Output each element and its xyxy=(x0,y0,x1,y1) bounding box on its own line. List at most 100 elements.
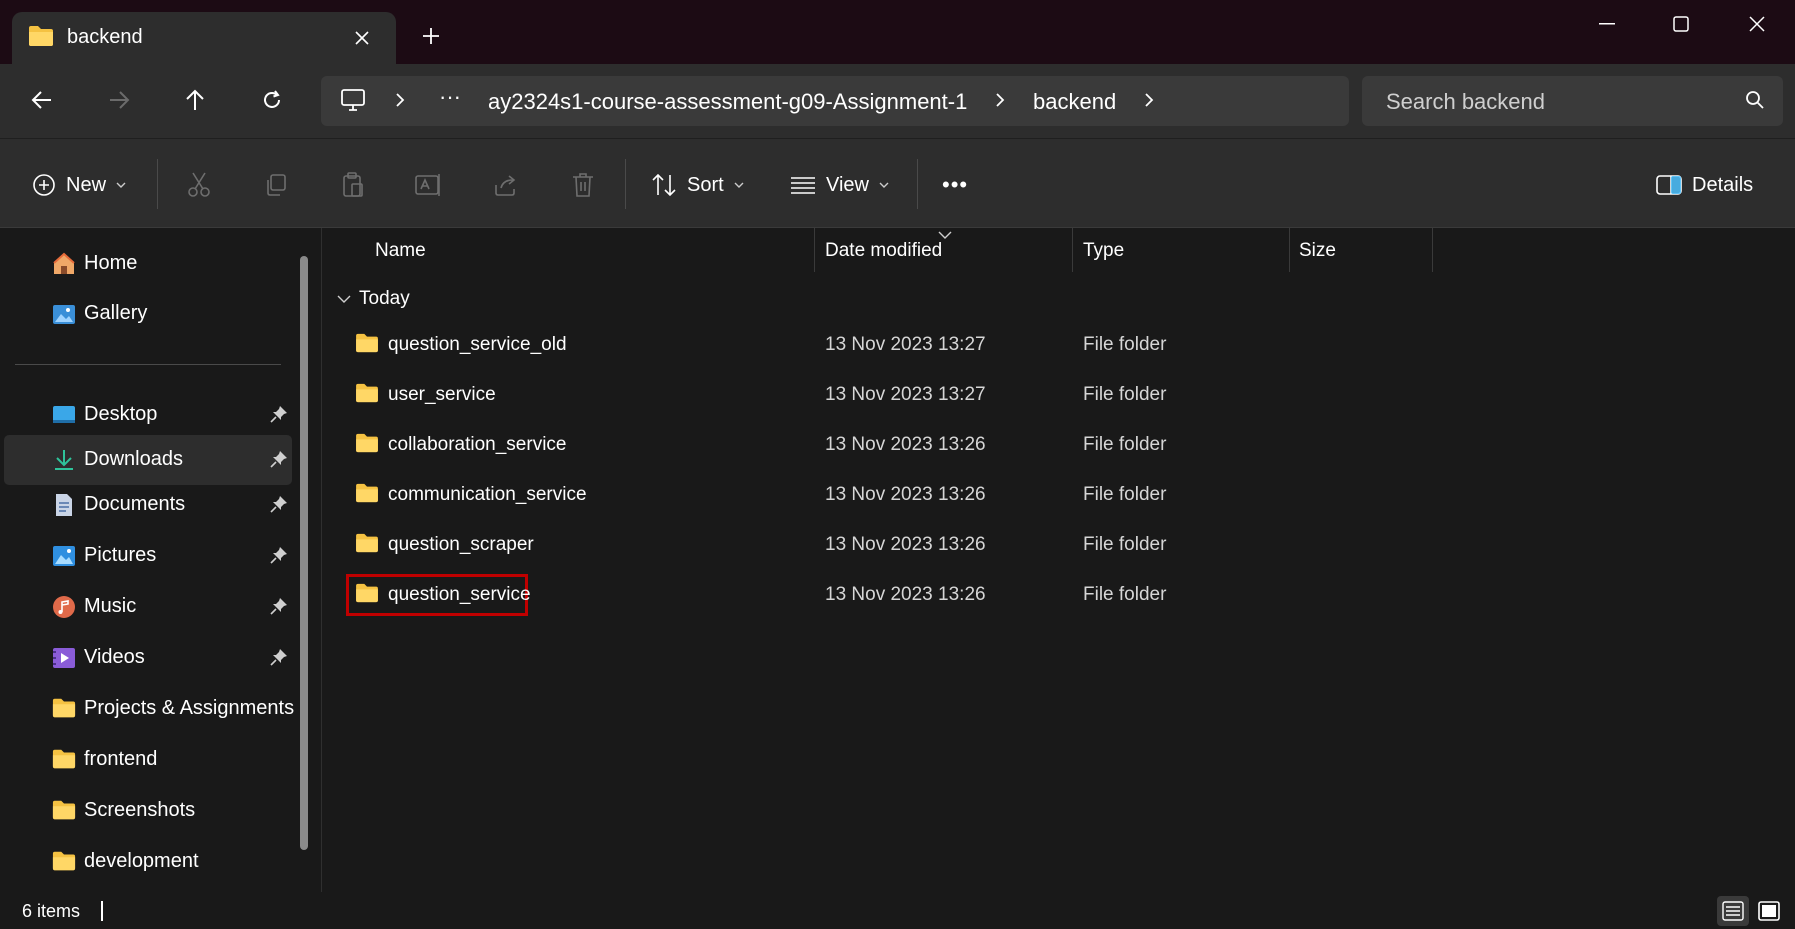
address-ellipsis[interactable]: ··· xyxy=(439,84,461,110)
details-view-icon[interactable] xyxy=(1717,896,1749,926)
sidebar-item-home[interactable]: Home xyxy=(4,239,292,289)
column-divider[interactable] xyxy=(1072,228,1073,272)
sidebar-item-desktop[interactable]: Desktop xyxy=(4,390,292,440)
search-input[interactable]: Search backend xyxy=(1362,76,1783,126)
group-header-today[interactable]: Today xyxy=(337,288,410,310)
file-row-user-service[interactable]: user_service 13 Nov 2023 13:27 File fold… xyxy=(323,370,1795,420)
tiles-view-icon[interactable] xyxy=(1753,896,1785,926)
breadcrumb-backend[interactable]: backend xyxy=(1033,89,1116,115)
item-count: 6 items xyxy=(22,901,81,921)
file-date: 13 Nov 2023 13:26 xyxy=(825,584,986,605)
back-arrow-icon[interactable] xyxy=(20,78,64,122)
column-header-type[interactable]: Type xyxy=(1083,240,1124,262)
downloads-icon xyxy=(52,448,76,472)
delete-icon[interactable] xyxy=(567,169,599,201)
gallery-icon xyxy=(52,302,76,326)
pin-icon[interactable] xyxy=(270,450,288,473)
sidebar-item-gallery[interactable]: Gallery xyxy=(4,289,292,339)
file-row-question-service[interactable]: question_service 13 Nov 2023 13:26 File … xyxy=(323,570,1795,620)
paste-icon[interactable] xyxy=(337,169,369,201)
column-divider[interactable] xyxy=(1289,228,1290,272)
sort-label: Sort xyxy=(687,173,724,196)
sidebar-item-videos[interactable]: Videos xyxy=(4,633,292,683)
pin-icon[interactable] xyxy=(270,405,288,428)
folder-icon xyxy=(355,433,379,458)
sidebar-scrollbar[interactable] xyxy=(300,256,308,850)
column-divider[interactable] xyxy=(814,228,815,272)
file-type: File folder xyxy=(1083,534,1167,555)
details-button[interactable]: Details xyxy=(1656,165,1753,205)
folder-icon xyxy=(355,583,379,608)
pictures-icon xyxy=(52,544,76,568)
sidebar-item-pictures[interactable]: Pictures xyxy=(4,531,292,581)
share-icon[interactable] xyxy=(490,169,522,201)
tab-backend[interactable]: backend xyxy=(12,12,396,64)
sidebar-item-documents[interactable]: Documents xyxy=(4,480,292,530)
column-header-name[interactable]: Name xyxy=(375,240,426,262)
folder-icon xyxy=(52,697,76,721)
close-window-icon[interactable] xyxy=(1719,0,1795,48)
music-icon xyxy=(52,595,76,619)
folder-icon xyxy=(355,533,379,558)
column-header-date-modified[interactable]: Date modified xyxy=(825,240,942,262)
this-pc-icon[interactable] xyxy=(341,89,365,116)
plus-circle-icon xyxy=(33,174,55,196)
chevron-down-icon xyxy=(337,295,351,303)
sidebar-item-development[interactable]: development xyxy=(4,837,292,887)
chevron-right-icon[interactable] xyxy=(995,92,1005,113)
close-tab-icon[interactable] xyxy=(346,22,378,54)
pin-icon[interactable] xyxy=(270,648,288,671)
search-placeholder: Search backend xyxy=(1386,89,1545,114)
pin-icon[interactable] xyxy=(270,597,288,620)
more-options-button[interactable]: ••• xyxy=(942,165,968,205)
file-name: communication_service xyxy=(388,484,587,505)
file-date: 13 Nov 2023 13:26 xyxy=(825,534,986,555)
up-arrow-icon[interactable] xyxy=(173,78,217,122)
file-name: question_scraper xyxy=(388,534,534,555)
copy-icon[interactable] xyxy=(260,169,292,201)
chevron-right-icon[interactable] xyxy=(395,92,405,113)
details-pane-icon xyxy=(1656,175,1682,195)
new-tab-button[interactable] xyxy=(415,20,447,52)
sidebar-item-projects[interactable]: Projects & Assignments xyxy=(4,684,294,734)
status-bar: 6 items xyxy=(0,892,1795,929)
file-row-question-service-old[interactable]: question_service_old 13 Nov 2023 13:27 F… xyxy=(323,320,1795,370)
minimize-icon[interactable] xyxy=(1569,0,1645,48)
pin-icon[interactable] xyxy=(270,546,288,569)
refresh-icon[interactable] xyxy=(250,78,294,122)
file-date: 13 Nov 2023 13:27 xyxy=(825,334,986,355)
sort-icon xyxy=(652,173,676,197)
pin-icon[interactable] xyxy=(270,495,288,518)
folder-icon xyxy=(52,850,76,874)
sidebar-item-downloads[interactable]: Downloads xyxy=(4,435,292,485)
folder-icon xyxy=(355,333,379,358)
file-row-collaboration-service[interactable]: collaboration_service 13 Nov 2023 13:26 … xyxy=(323,420,1795,470)
cut-icon[interactable] xyxy=(183,169,215,201)
maximize-icon[interactable] xyxy=(1643,0,1719,48)
forward-arrow-icon[interactable] xyxy=(97,78,141,122)
file-row-question-scraper[interactable]: question_scraper 13 Nov 2023 13:26 File … xyxy=(323,520,1795,570)
chevron-right-icon[interactable] xyxy=(1144,92,1154,113)
file-date: 13 Nov 2023 13:27 xyxy=(825,384,986,405)
file-name: user_service xyxy=(388,384,496,405)
file-type: File folder xyxy=(1083,384,1167,405)
sidebar-item-music[interactable]: Music xyxy=(4,582,292,632)
rename-icon[interactable] xyxy=(413,169,445,201)
sort-button[interactable]: Sort xyxy=(651,165,744,205)
file-type: File folder xyxy=(1083,584,1167,605)
view-list-icon xyxy=(791,177,815,194)
view-button[interactable]: View xyxy=(790,165,889,205)
column-divider[interactable] xyxy=(1432,228,1433,272)
column-header-size[interactable]: Size xyxy=(1299,240,1336,262)
breadcrumb-repo[interactable]: ay2324s1-course-assessment-g09-Assignmen… xyxy=(488,89,967,115)
file-name: question_service xyxy=(388,584,531,605)
new-button[interactable]: New xyxy=(32,165,126,205)
file-type: File folder xyxy=(1083,484,1167,505)
address-bar[interactable]: ··· ay2324s1-course-assessment-g09-Assig… xyxy=(321,76,1349,126)
sidebar-item-frontend[interactable]: frontend xyxy=(4,735,292,785)
file-row-communication-service[interactable]: communication_service 13 Nov 2023 13:26 … xyxy=(323,470,1795,520)
chevron-down-icon xyxy=(734,182,744,188)
file-list-pane: Name Date modified Type Size Today quest… xyxy=(323,228,1795,892)
sidebar-item-screenshots[interactable]: Screenshots xyxy=(4,786,292,836)
search-icon[interactable] xyxy=(1745,90,1765,115)
